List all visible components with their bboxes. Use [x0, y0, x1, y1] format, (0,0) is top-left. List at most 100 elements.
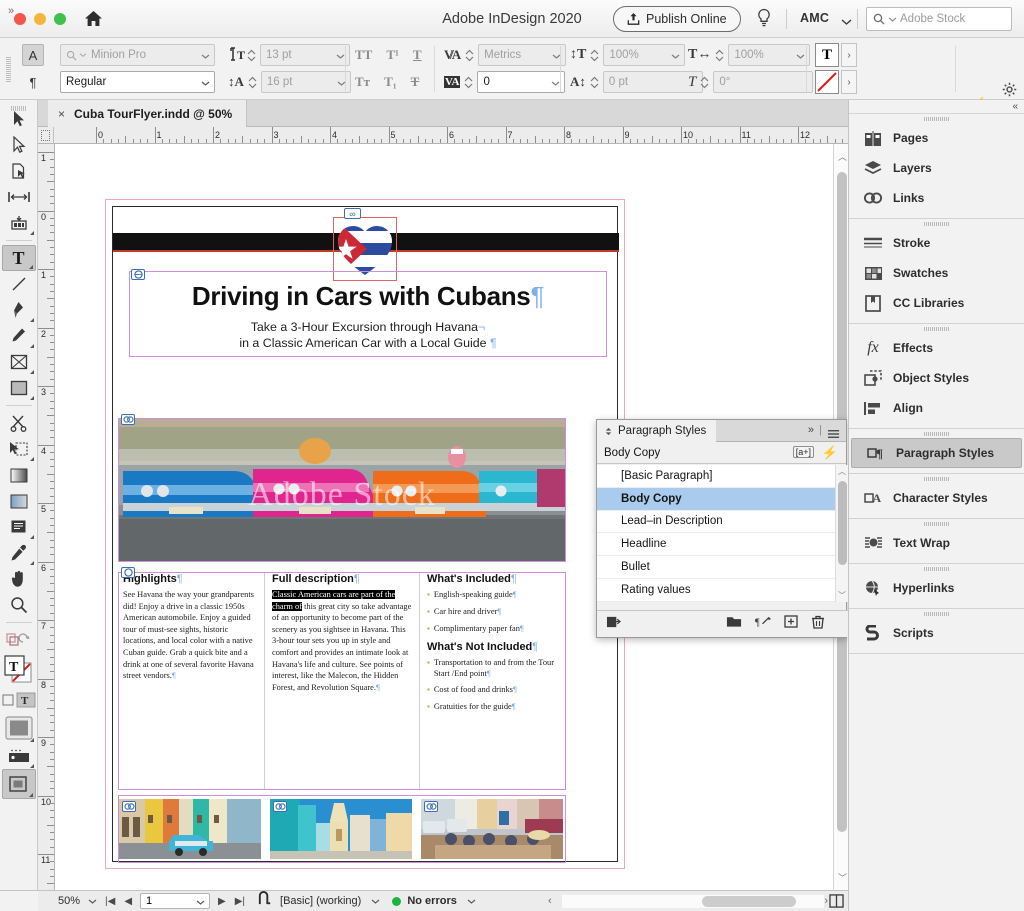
- minimize-window-button[interactable]: [34, 12, 46, 25]
- pencil-tool[interactable]: [2, 323, 36, 349]
- delete-style-icon[interactable]: [811, 615, 825, 634]
- dock-group-grip[interactable]: [849, 429, 1024, 438]
- dock-item-links[interactable]: Links: [849, 183, 1024, 213]
- dock-group-grip[interactable]: [849, 519, 1024, 528]
- control-bar-grip[interactable]: [6, 56, 11, 82]
- gradient-swatch-tool[interactable]: [2, 462, 36, 488]
- rectangle-tool[interactable]: [2, 375, 36, 401]
- font-family-chevron-down-icon[interactable]: [201, 51, 210, 63]
- clear-overrides-icon[interactable]: ¶: [755, 615, 771, 633]
- view-mode-button[interactable]: [1, 769, 36, 799]
- dock-item-layers[interactable]: Layers: [849, 153, 1024, 183]
- scroll-up-icon[interactable]: ︿: [838, 150, 847, 163]
- thumbnail-row-frame[interactable]: [118, 795, 566, 863]
- scroll-down-icon[interactable]: ﹀: [838, 871, 847, 884]
- document-page[interactable]: ∞ Driving in Cars with Cubans¶ Take a 3-…: [112, 206, 619, 863]
- leading-stepper[interactable]: [248, 76, 257, 89]
- style-list-item[interactable]: [Basic Paragraph]: [597, 465, 848, 488]
- strikethrough-icon[interactable]: T: [411, 74, 420, 90]
- lightbulb-icon[interactable]: [756, 8, 778, 30]
- font-size-stepper[interactable]: [247, 49, 256, 62]
- dock-item-align[interactable]: Align: [849, 393, 1024, 423]
- publish-online-button[interactable]: Publish Online: [613, 6, 741, 32]
- new-style-icon[interactable]: [784, 615, 798, 633]
- dock-group-grip[interactable]: [849, 564, 1024, 573]
- preview-mode-button[interactable]: [2, 743, 36, 769]
- next-page-icon[interactable]: ▶: [218, 896, 226, 907]
- font-size-field[interactable]: 13 pt: [260, 44, 350, 66]
- dock-item-text-wrap[interactable]: Text Wrap: [849, 528, 1024, 558]
- dock-item-hyperlinks[interactable]: Hyperlinks: [849, 573, 1024, 603]
- new-group-icon[interactable]: [726, 615, 742, 633]
- horizontal-ruler[interactable]: 0 1 2 3 4 5 6 7 8 9 10 11 12: [38, 127, 848, 144]
- dock-item-character-styles[interactable]: A Character Styles: [849, 483, 1024, 513]
- line-tool[interactable]: [2, 271, 36, 297]
- skew-field[interactable]: 0°: [713, 71, 814, 93]
- gap-tool[interactable]: [2, 184, 36, 210]
- underline-icon[interactable]: T: [413, 47, 422, 63]
- close-window-button[interactable]: [14, 12, 26, 25]
- zoom-tool[interactable]: [2, 592, 36, 618]
- preflight-chevron-down-icon[interactable]: [467, 892, 476, 910]
- master-page-label[interactable]: [Basic] (working): [280, 895, 361, 907]
- styles-list-scrollbar[interactable]: ︿ ﹀: [835, 465, 848, 602]
- dock-group-grip[interactable]: [849, 324, 1024, 333]
- tracking-field[interactable]: 0: [477, 71, 566, 93]
- dock-item-cc-libraries[interactable]: CC Libraries: [849, 288, 1024, 318]
- preflight-status-label[interactable]: No errors: [407, 895, 457, 907]
- window-controls[interactable]: [14, 12, 66, 25]
- fill-stroke-swatches[interactable]: T: [2, 653, 36, 687]
- vertical-ruler[interactable]: 1 0 1 2 3 4 5 6 7 8 9 10 11: [38, 144, 55, 890]
- dock-group-grip[interactable]: [849, 609, 1024, 618]
- maximize-window-button[interactable]: [54, 12, 66, 25]
- canvas-horizontal-scrollbar[interactable]: ‹ ›: [546, 895, 842, 908]
- frame-tool[interactable]: [2, 349, 36, 375]
- dock-group-grip[interactable]: [849, 219, 1024, 228]
- dock-item-effects[interactable]: fx Effects: [849, 333, 1024, 363]
- thumb-link-badge-icon[interactable]: [424, 801, 438, 812]
- dock-item-scripts[interactable]: Scripts: [849, 618, 1024, 648]
- hand-tool[interactable]: [2, 566, 36, 592]
- kerning-field[interactable]: Metrics: [478, 44, 567, 66]
- paragraph-styles-list[interactable]: [Basic Paragraph] Body Copy Lead–in Desc…: [597, 465, 848, 602]
- account-label[interactable]: AMC: [800, 11, 829, 25]
- toolbox-collapse-button[interactable]: »: [8, 5, 14, 17]
- close-icon[interactable]: ×: [58, 107, 65, 121]
- style-list-item-selected[interactable]: Body Copy: [597, 487, 848, 511]
- hero-link-badge-icon[interactable]: [121, 414, 135, 425]
- zoom-chevron-down-icon[interactable]: [88, 892, 97, 910]
- baseline-shift-stepper[interactable]: [590, 76, 599, 89]
- kerning-stepper[interactable]: [465, 49, 474, 62]
- column-included[interactable]: What's Included¶ ▪ English-speaking guide…: [427, 573, 563, 789]
- last-page-icon[interactable]: ▶|: [235, 896, 245, 907]
- fill-swatch-expand-button[interactable]: ›: [841, 43, 857, 67]
- link-badge-icon[interactable]: ∞: [344, 208, 361, 219]
- style-list-item[interactable]: Lead–in Description: [597, 511, 848, 534]
- home-icon[interactable]: [82, 8, 104, 30]
- font-size-chevron-down-icon[interactable]: [336, 51, 345, 63]
- free-transform-tool[interactable]: [2, 436, 36, 462]
- content-collector-tool[interactable]: [2, 210, 36, 236]
- scroll-down-icon[interactable]: ﹀: [838, 590, 846, 601]
- master-page-icon[interactable]: [257, 891, 272, 911]
- page-chevron-down-icon[interactable]: [196, 897, 205, 909]
- lightning-icon[interactable]: ⚡: [822, 445, 838, 461]
- selection-tool[interactable]: [2, 106, 36, 132]
- first-page-icon[interactable]: |◀: [105, 896, 115, 907]
- paragraph-styles-tab[interactable]: Paragraph Styles: [597, 420, 717, 442]
- subscript-icon[interactable]: T₁: [384, 74, 397, 90]
- paragraph-styles-panel[interactable]: Paragraph Styles » | Body Copy [a+] ⚡ [B…: [596, 419, 848, 638]
- font-style-chevron-down-icon[interactable]: [201, 78, 210, 90]
- character-formatting-button[interactable]: A: [22, 44, 44, 66]
- gradient-feather-tool[interactable]: [2, 488, 36, 514]
- zoom-level-label[interactable]: 50%: [58, 895, 80, 907]
- horizontal-scale-field[interactable]: 100%: [728, 44, 811, 66]
- classic-cars-photo[interactable]: Adobe Stock: [119, 419, 565, 561]
- small-caps-icon[interactable]: Tᴛ: [355, 74, 370, 90]
- apply-color-icons[interactable]: [2, 627, 36, 653]
- dock-item-swatches[interactable]: Swatches: [849, 258, 1024, 288]
- fill-color-swatch[interactable]: T: [815, 43, 839, 67]
- leading-field[interactable]: 16 pt: [260, 71, 351, 93]
- column-full-description[interactable]: Full description¶ Classic American cars …: [272, 573, 420, 789]
- page-number-input[interactable]: 1: [140, 893, 211, 909]
